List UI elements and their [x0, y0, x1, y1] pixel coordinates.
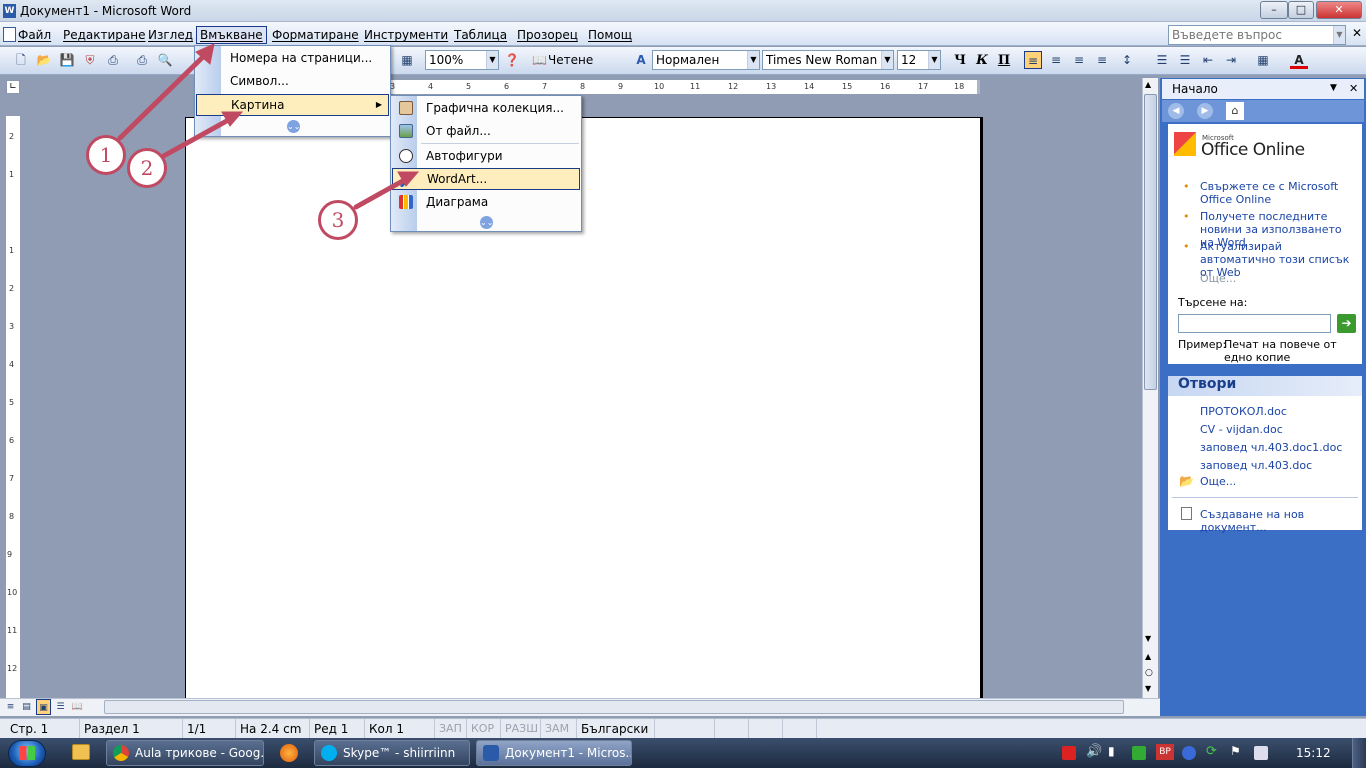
status-ext[interactable]: РАЗШ: [501, 719, 541, 739]
taskbar-word[interactable]: Документ1 - Micros...: [476, 740, 632, 766]
skype-icon: [321, 745, 337, 761]
clock[interactable]: 15:12: [1296, 746, 1331, 760]
explorer-icon[interactable]: [72, 744, 90, 760]
volume-icon[interactable]: 🔊: [1086, 744, 1102, 759]
firefox-icon[interactable]: [280, 744, 298, 762]
status-empty-4: [783, 719, 817, 739]
flag-icon[interactable]: ⚑: [1230, 744, 1241, 758]
network-icon[interactable]: ▮: [1108, 744, 1115, 758]
word-icon: [483, 745, 499, 761]
status-empty-1: [655, 719, 715, 739]
status-empty-3: [749, 719, 783, 739]
language-indicator[interactable]: BP: [1156, 744, 1174, 760]
callout-1: 1: [86, 135, 126, 175]
tray-icon-green[interactable]: [1132, 746, 1146, 760]
taskbar-chrome[interactable]: Aula трикове - Goog...: [106, 740, 264, 766]
status-section: Раздел 1: [80, 719, 183, 739]
chrome-icon: [113, 745, 129, 761]
status-page: Стр. 1: [6, 719, 80, 739]
windows-logo-icon: [19, 746, 35, 760]
tray-icon-shield[interactable]: [1182, 746, 1196, 760]
status-ovr[interactable]: ЗАМ: [541, 719, 577, 739]
status-language: Български: [577, 719, 655, 739]
status-empty-2: [715, 719, 749, 739]
tray-icon-chat[interactable]: [1254, 746, 1268, 760]
status-at: На 2.4 cm: [236, 719, 310, 739]
tray-icon-acrobat[interactable]: [1062, 746, 1076, 760]
status-trk[interactable]: КОР: [467, 719, 501, 739]
status-pages: 1/1: [183, 719, 236, 739]
status-rec[interactable]: ЗАП: [435, 719, 467, 739]
sync-icon[interactable]: ⟳: [1206, 744, 1217, 759]
callout-3: 3: [318, 200, 358, 240]
annotation-arrows: [117, 43, 420, 210]
callout-2: 2: [127, 148, 167, 188]
show-desktop-button[interactable]: [1352, 738, 1366, 768]
status-bar: Стр. 1 Раздел 1 1/1 На 2.4 cm Ред 1 Кол …: [0, 718, 1366, 739]
taskbar-skype[interactable]: Skype™ - shiirriinn: [314, 740, 470, 766]
status-column: Кол 1: [365, 719, 435, 739]
status-line: Ред 1: [310, 719, 365, 739]
